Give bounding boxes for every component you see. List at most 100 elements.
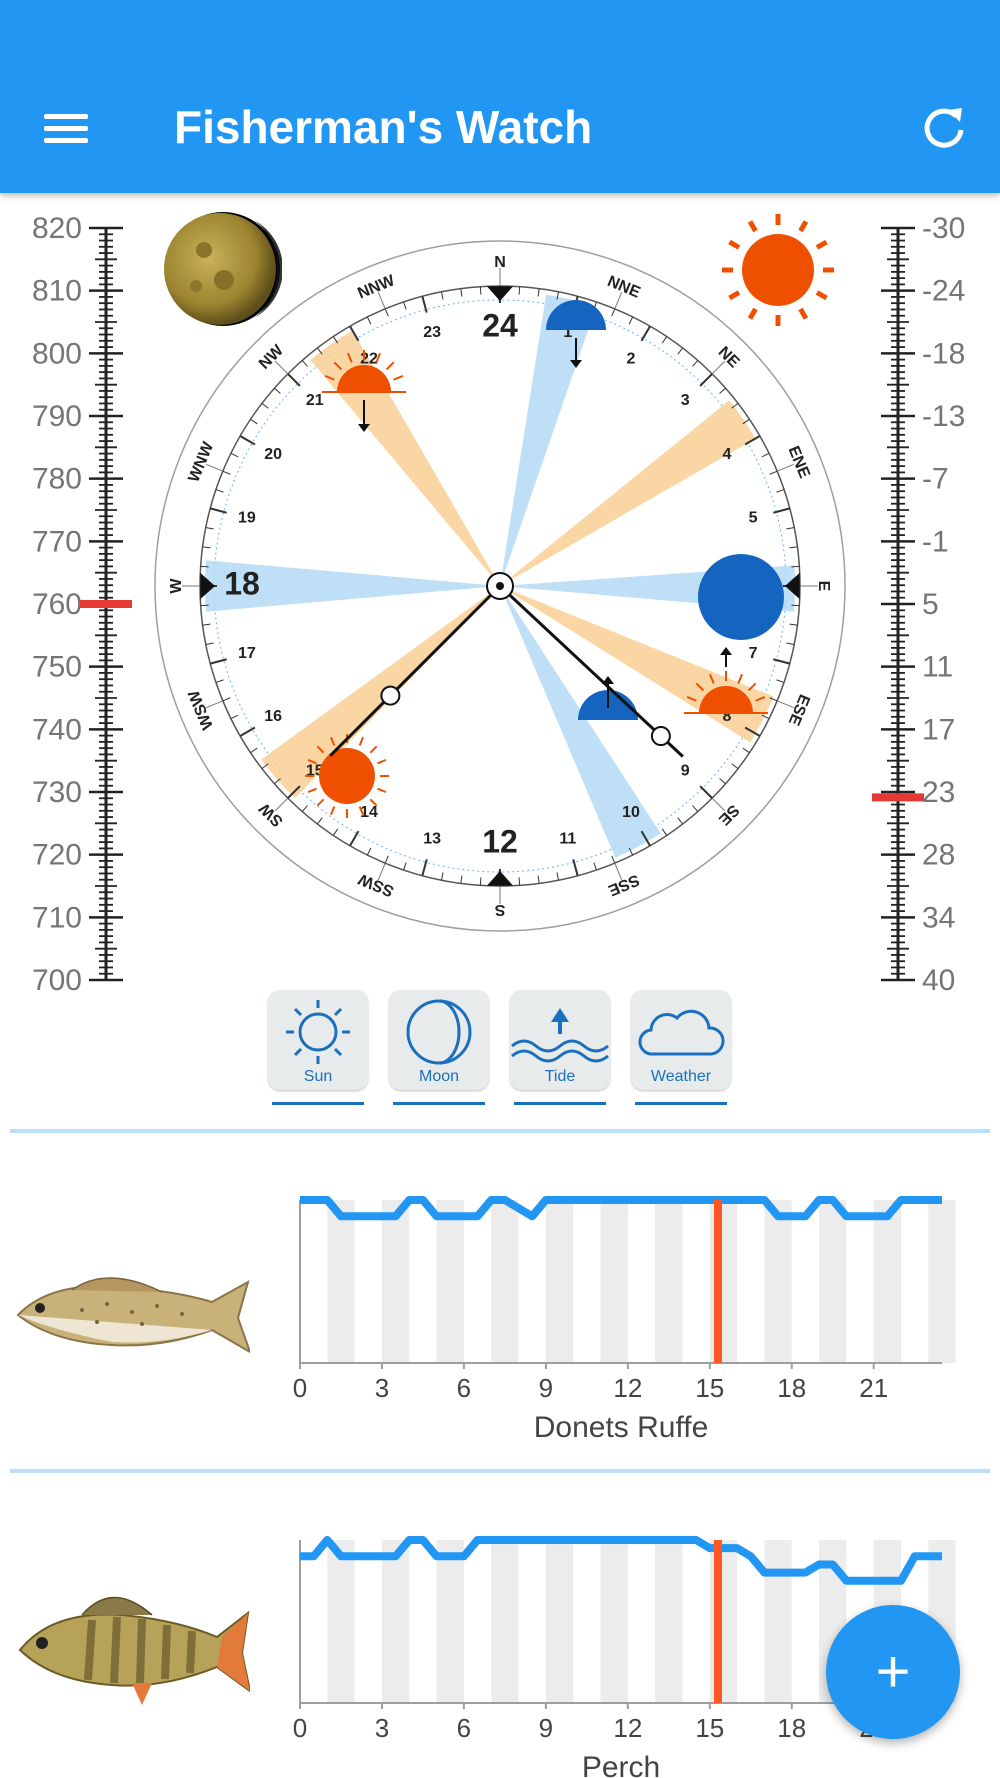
scale-label: 800	[32, 337, 82, 370]
chart-x-tick-label: 12	[613, 1373, 642, 1403]
tab-tide[interactable]: Tide	[510, 990, 610, 1105]
tab-weather-label: Weather	[650, 1068, 712, 1085]
scale-label: 770	[32, 525, 82, 558]
sun-ray	[747, 220, 758, 233]
scale-label: -18	[922, 337, 965, 370]
hour-label-22: 22	[360, 350, 378, 367]
refresh-icon[interactable]	[918, 102, 970, 154]
scale-label: 17	[922, 713, 955, 746]
chart-x-tick-label: 12	[613, 1713, 642, 1743]
hour-label-big-bottom: 12	[482, 823, 518, 859]
hour-label-big-left: 18	[224, 565, 260, 601]
chart-stripe	[709, 1200, 738, 1363]
chart-stripe	[327, 1540, 355, 1703]
chart-current-time-marker	[713, 1540, 722, 1703]
add-button[interactable]: +	[826, 1605, 960, 1739]
chart-current-time-marker	[713, 1200, 722, 1363]
chart-x-tick-label: 9	[539, 1713, 553, 1743]
app-title: Fisherman's Watch	[174, 101, 593, 153]
menu-icon[interactable]	[40, 108, 92, 148]
hour-label-16: 16	[264, 708, 282, 725]
current-moon	[698, 554, 784, 640]
current-sun	[319, 748, 375, 804]
perch-fish-image	[18, 1596, 250, 1705]
tab-sun[interactable]: Sun	[268, 990, 368, 1105]
scale-label: -30	[922, 212, 965, 245]
app-bar: Fisherman's Watch	[0, 0, 1000, 193]
compass-tick	[200, 604, 209, 607]
chart-stripe	[545, 1200, 574, 1363]
hour-label-10: 10	[622, 804, 640, 821]
section-divider	[10, 1469, 990, 1473]
chart-x-tick-label: 18	[777, 1373, 806, 1403]
chart-stripe	[709, 1540, 738, 1703]
chart-stripe	[600, 1200, 628, 1363]
chart-x-tick-label: 18	[777, 1713, 806, 1743]
chart-stripe	[928, 1200, 956, 1363]
scale-current-marker	[872, 793, 924, 802]
minute-hand-knob	[650, 726, 671, 747]
pressure-scale: 820 810 800 790 780 770 760 750 740 730 720 710 700	[32, 212, 132, 997]
scale-label: 28	[922, 839, 955, 872]
cloud-icon	[638, 1009, 725, 1056]
direction-label-w: W	[168, 578, 185, 594]
chart-stripe	[764, 1200, 792, 1363]
hour-label-5: 5	[749, 509, 758, 526]
direction-label-n: N	[494, 254, 506, 271]
chart-x-tick-label: 0	[293, 1713, 307, 1743]
moon-phase-icon	[406, 999, 472, 1065]
compass-tick	[518, 877, 521, 886]
chart-x-tick-label: 6	[457, 1373, 471, 1403]
chart-stripe	[327, 1200, 355, 1363]
hour-label-4: 4	[722, 446, 731, 463]
chart-stripe	[873, 1200, 902, 1363]
scale-label: 780	[32, 463, 82, 496]
tide-icon	[511, 1008, 609, 1063]
section-divider	[10, 1129, 990, 1133]
compass-tick	[479, 877, 482, 886]
chart-stripe	[819, 1200, 847, 1363]
tab-sun-label: Sun	[303, 1068, 333, 1085]
chart-stripe	[381, 1540, 410, 1703]
hour-label-17: 17	[238, 645, 256, 662]
tab-moon-underline	[393, 1102, 485, 1105]
compass-tick	[791, 565, 800, 568]
scale-label: 740	[32, 713, 82, 746]
chart-x-tick-label: 9	[539, 1373, 553, 1403]
tab-moon-label: Moon	[418, 1068, 460, 1085]
tab-weather[interactable]: Weather	[631, 990, 731, 1105]
tab-tide-underline	[514, 1102, 606, 1105]
chart-stripe	[764, 1540, 792, 1703]
sun-ray	[798, 220, 809, 233]
hour-label-20: 20	[264, 446, 282, 463]
scale-label: 760	[32, 588, 82, 621]
scale-label: 700	[32, 964, 82, 997]
chart-x-tick-label: 6	[457, 1713, 471, 1743]
scale-label: 820	[32, 212, 82, 245]
hour-label-21: 21	[306, 392, 324, 409]
scale-label: -13	[922, 400, 965, 433]
chart-x-tick-label: 21	[859, 1373, 888, 1403]
scale-label: 750	[32, 651, 82, 684]
chart-stripe	[655, 1200, 683, 1363]
scale-label: 720	[32, 839, 82, 872]
chart-x-tick-label: 3	[375, 1373, 389, 1403]
chart-stripe	[436, 1200, 464, 1363]
scale-label: 810	[32, 275, 82, 308]
scale-label: 40	[922, 964, 955, 997]
plus-icon: +	[875, 1638, 911, 1705]
chart-stripe	[491, 1540, 519, 1703]
hour-label-7: 7	[749, 645, 758, 662]
chart-stripe	[545, 1540, 574, 1703]
tab-moon[interactable]: Moon	[389, 990, 489, 1105]
tab-tide-label: Tide	[544, 1068, 576, 1085]
hour-label-23: 23	[423, 324, 441, 341]
direction-label-s: S	[494, 901, 505, 918]
scale-label: 5	[922, 588, 939, 621]
chart-stripe	[436, 1540, 464, 1703]
scale-label: 23	[922, 776, 955, 809]
chart-stripe	[491, 1200, 519, 1363]
chart-stripe	[381, 1200, 410, 1363]
scale-label: 11	[922, 651, 953, 684]
chart-x-tick-label: 3	[375, 1713, 389, 1743]
